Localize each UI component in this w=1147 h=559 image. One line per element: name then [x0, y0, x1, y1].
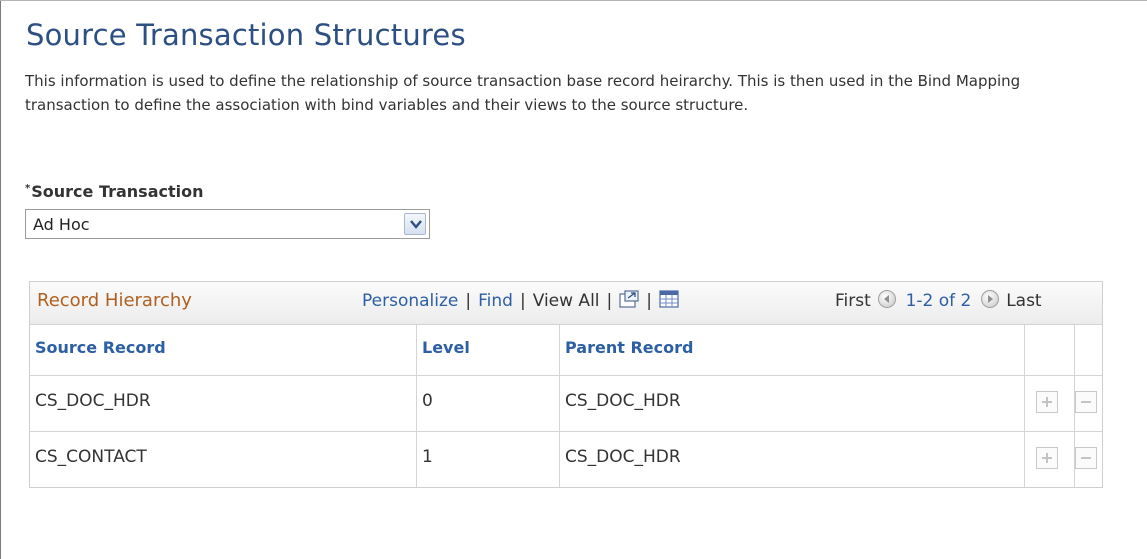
cell-add	[1025, 376, 1075, 432]
grid-pager: First 1-2 of 2 Last	[835, 290, 1042, 311]
cell-source-record: CS_DOC_HDR	[30, 376, 417, 432]
new-window-icon[interactable]	[619, 290, 639, 313]
last-link[interactable]: Last	[1006, 291, 1041, 311]
page-title: Source Transaction Structures	[26, 18, 466, 52]
column-header-add	[1025, 325, 1075, 376]
find-link[interactable]: Find	[478, 291, 513, 311]
column-header-delete	[1075, 325, 1102, 376]
cell-source-record: CS_CONTACT	[30, 432, 417, 488]
record-hierarchy-grid: Record Hierarchy Personalize | Find | View A…	[29, 281, 1103, 488]
separator: |	[519, 291, 526, 311]
column-header-parent-record[interactable]: Parent Record	[560, 325, 1025, 376]
minus-icon[interactable]	[1075, 391, 1097, 413]
grid-header: Record Hierarchy Personalize | Find | View A…	[30, 282, 1102, 325]
plus-icon[interactable]	[1036, 447, 1058, 469]
next-arrow-icon[interactable]	[980, 290, 999, 308]
minus-icon[interactable]	[1075, 447, 1097, 469]
window-left-border	[0, 0, 1, 559]
source-transaction-label: *Source Transaction	[25, 182, 204, 201]
separator: |	[646, 291, 652, 311]
cell-parent-record: CS_DOC_HDR	[560, 432, 1025, 488]
cell-level: 0	[417, 376, 560, 432]
grid-navigation: Personalize | Find | View All | |	[362, 290, 679, 313]
cell-delete	[1075, 432, 1102, 488]
cell-delete	[1075, 376, 1102, 432]
window-top-border	[0, 0, 1147, 1]
previous-arrow-icon[interactable]	[878, 290, 897, 308]
view-all-link[interactable]: View All	[533, 291, 600, 311]
first-link[interactable]: First	[835, 291, 871, 311]
spreadsheet-icon[interactable]	[659, 290, 679, 313]
source-transaction-value: Ad Hoc	[33, 215, 90, 234]
separator: |	[606, 291, 613, 311]
column-header-source-record[interactable]: Source Record	[30, 325, 417, 376]
pager-range: 1-2 of 2	[905, 291, 972, 311]
cell-add	[1025, 432, 1075, 488]
source-transaction-label-text: Source Transaction	[31, 182, 204, 201]
plus-icon[interactable]	[1036, 391, 1058, 413]
chevron-down-icon[interactable]	[404, 213, 426, 235]
cell-parent-record: CS_DOC_HDR	[560, 376, 1025, 432]
required-marker: *	[25, 183, 31, 194]
cell-level: 1	[417, 432, 560, 488]
personalize-link[interactable]: Personalize	[362, 291, 458, 311]
column-header-level[interactable]: Level	[417, 325, 560, 376]
source-transaction-select[interactable]: Ad Hoc	[25, 209, 430, 239]
page-description: This information is used to define the r…	[25, 72, 1021, 114]
separator: |	[465, 291, 472, 311]
grid-title: Record Hierarchy	[37, 290, 192, 311]
